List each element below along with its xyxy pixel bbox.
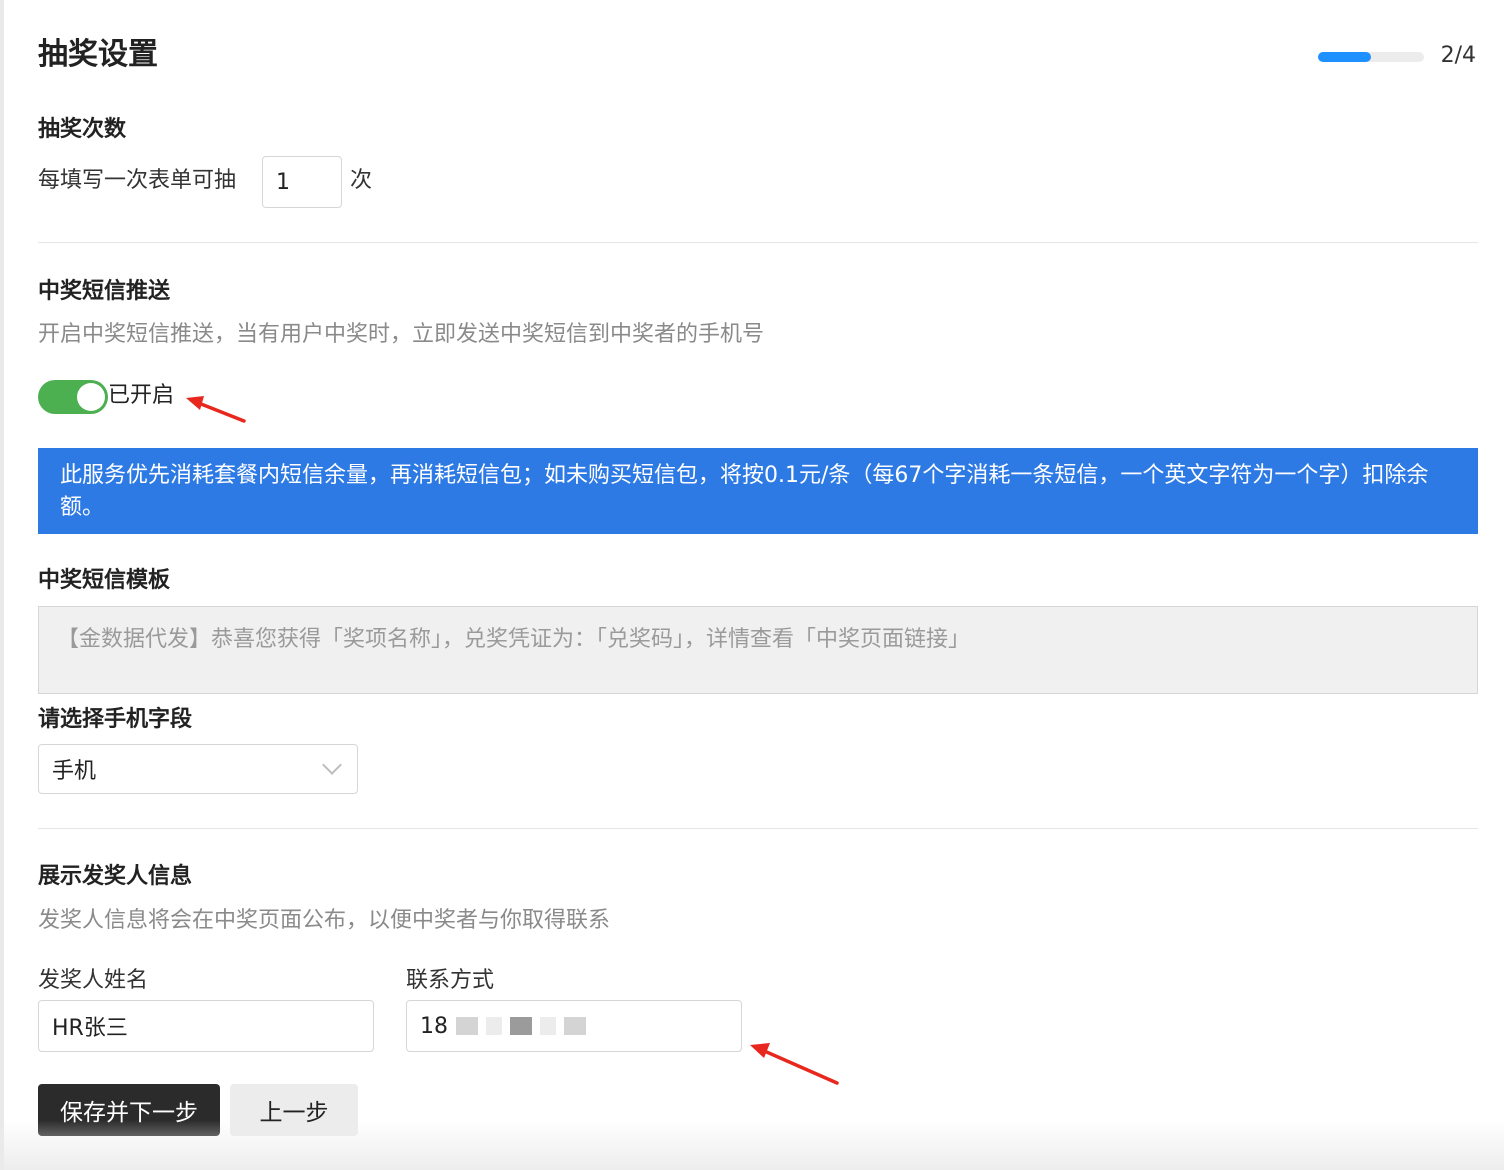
contact-label: 联系方式 xyxy=(406,968,495,993)
draw-count-input[interactable]: 1 xyxy=(262,156,342,208)
divider xyxy=(38,242,1478,243)
issuer-name-value: HR张三 xyxy=(52,1016,128,1041)
draw-count-suffix: 次 xyxy=(350,168,373,193)
phone-field-selected: 手机 xyxy=(52,759,97,784)
redacted-mark xyxy=(456,1017,478,1035)
step-progress-text: 2/4 xyxy=(1440,43,1476,68)
sms-push-title: 中奖短信推送 xyxy=(38,279,171,304)
sms-billing-notice: 此服务优先消耗套餐内短信余量，再消耗短信包；如未购买短信包，将按0.1元/条（每… xyxy=(38,448,1478,534)
issuer-name-label: 发奖人姓名 xyxy=(38,968,149,993)
step-progress-bar xyxy=(1318,52,1424,62)
sms-template-title: 中奖短信模板 xyxy=(38,568,171,593)
annotation-arrow-contact xyxy=(750,1043,839,1085)
sms-push-description: 开启中奖短信推送，当有用户中奖时，立即发送中奖短信到中奖者的手机号 xyxy=(38,322,765,347)
issuer-name-input[interactable]: HR张三 xyxy=(38,1000,374,1052)
page-title: 抽奖设置 xyxy=(38,37,158,72)
draw-count-value: 1 xyxy=(276,169,290,195)
sms-push-toggle[interactable] xyxy=(38,380,108,414)
issuer-info-description: 发奖人信息将会在中奖页面公布，以便中奖者与你取得联系 xyxy=(38,908,611,933)
draw-count-prefix: 每填写一次表单可抽 xyxy=(38,168,237,193)
redacted-mark xyxy=(540,1017,556,1035)
save-and-next-button[interactable]: 保存并下一步 xyxy=(38,1084,220,1136)
contact-value: 18 xyxy=(420,1013,448,1039)
redacted-mark xyxy=(564,1017,586,1035)
issuer-info-title: 展示发奖人信息 xyxy=(38,864,193,889)
phone-field-title: 请选择手机字段 xyxy=(38,707,193,732)
redacted-mark xyxy=(510,1017,532,1035)
annotation-arrow-toggle xyxy=(186,396,246,423)
toggle-knob xyxy=(77,383,105,411)
contact-input[interactable]: 18 xyxy=(406,1000,742,1052)
bottom-shadow xyxy=(0,1120,1504,1170)
draw-count-title: 抽奖次数 xyxy=(38,117,127,142)
previous-step-button[interactable]: 上一步 xyxy=(230,1084,358,1136)
divider xyxy=(38,828,1478,829)
step-progress-fill xyxy=(1318,52,1371,62)
sms-push-toggle-label: 已开启 xyxy=(108,383,175,408)
sms-template-box: 【金数据代发】恭喜您获得「奖项名称」，兑奖凭证为：「兑奖码」，详情查看「中奖页面… xyxy=(38,606,1478,694)
chevron-down-icon xyxy=(322,755,342,775)
redacted-mark xyxy=(486,1017,502,1035)
left-edge-border xyxy=(0,0,4,1170)
phone-field-select[interactable]: 手机 xyxy=(38,744,358,794)
